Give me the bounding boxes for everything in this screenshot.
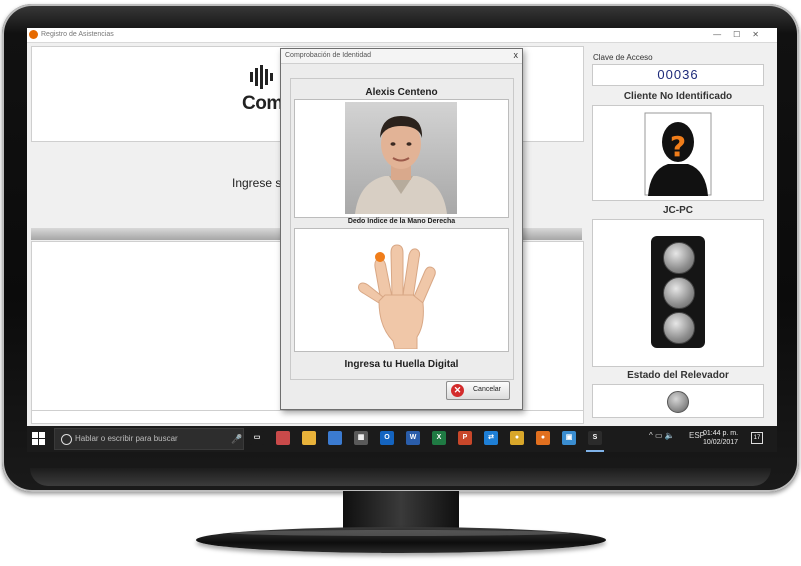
cortana-icon xyxy=(61,434,72,445)
logo-waveform-icon xyxy=(250,65,275,89)
taskbar-search[interactable]: Hablar o escribir para buscar 🎤 xyxy=(54,428,244,450)
main-prompt: Ingrese s xyxy=(232,176,282,190)
hand-icon xyxy=(358,244,436,349)
file-explorer-icon[interactable] xyxy=(302,431,316,445)
cancel-icon: ✕ xyxy=(451,384,464,397)
cliente-status-label: Cliente No Identificado xyxy=(623,91,733,102)
registro-app-icon[interactable]: S xyxy=(588,431,602,445)
monitor-chin xyxy=(30,468,771,486)
fingerprint-hand-box[interactable] xyxy=(294,228,509,352)
cancel-label: Cancelar xyxy=(473,386,502,393)
traffic-light-icon xyxy=(651,236,705,348)
close-button[interactable]: ✕ xyxy=(752,30,771,39)
powerpoint-icon[interactable]: P xyxy=(458,431,472,445)
windows-start-icon[interactable] xyxy=(32,432,46,446)
notifications-icon[interactable]: 17 xyxy=(751,432,763,444)
chrome-icon[interactable]: ● xyxy=(510,431,524,445)
relay-status-box xyxy=(592,384,764,418)
app-titlebar: Registro de Asistencias —☐✕ xyxy=(27,28,777,43)
app-icon[interactable] xyxy=(276,431,290,445)
lamp-middle xyxy=(663,277,695,309)
clock-time: 01:44 p. m. xyxy=(703,430,739,437)
minimize-button[interactable]: — xyxy=(713,30,733,39)
word-icon[interactable]: W xyxy=(406,431,420,445)
app-window-icon xyxy=(29,30,38,39)
maximize-button[interactable]: ☐ xyxy=(733,30,752,39)
clock-date: 10/02/2017 xyxy=(703,439,739,446)
active-app-indicator xyxy=(586,450,604,452)
status-strip xyxy=(31,410,584,424)
relay-status-label: Estado del Relevador xyxy=(627,370,729,381)
cancel-button[interactable]: ✕ Cancelar xyxy=(446,381,510,400)
person-photo xyxy=(345,102,457,214)
teamviewer-icon[interactable]: ⇄ xyxy=(484,431,498,445)
lamp-bottom xyxy=(663,312,695,344)
microphone-icon[interactable]: 🎤 xyxy=(231,434,242,445)
finger-highlight-dot xyxy=(375,252,385,262)
unknown-person-icon: ? xyxy=(644,112,712,196)
screen: Registro de Asistencias —☐✕ Comp Ingrese… xyxy=(27,28,777,452)
fingerprint-instruction: Ingresa tu Huella Digital xyxy=(344,359,459,370)
clave-label: Clave de Acceso xyxy=(593,53,653,62)
dialog-close-icon[interactable]: x xyxy=(514,49,519,62)
taskbar: Hablar o escribir para buscar 🎤 ▭ ▦ O W X P ⇄ ●… xyxy=(27,426,777,452)
identity-dialog: Comprobación de Identidad x Alexis Cente… xyxy=(280,48,523,410)
excel-icon[interactable]: X xyxy=(432,431,446,445)
dialog-title: Comprobación de Identidad xyxy=(285,52,372,59)
person-name: Alexis Centeno xyxy=(365,87,438,98)
outlook-icon[interactable]: O xyxy=(380,431,394,445)
lamp-top xyxy=(663,242,695,274)
window-controls[interactable]: —☐✕ xyxy=(713,28,771,41)
monitor-stand-neck xyxy=(343,491,459,529)
search-placeholder: Hablar o escribir para buscar xyxy=(75,434,178,443)
store-icon[interactable]: ▣ xyxy=(562,431,576,445)
person-portrait-icon xyxy=(345,102,457,214)
pc-name-label: JC-PC xyxy=(662,205,693,216)
clave-input[interactable]: 00036 xyxy=(592,64,764,86)
cliente-photo-box: ? xyxy=(592,105,764,201)
firefox-icon[interactable]: ● xyxy=(536,431,550,445)
task-view-icon[interactable]: ▭ xyxy=(250,431,264,445)
traffic-light-box xyxy=(592,219,764,367)
taskbar-clock[interactable]: 01:44 p. m. 10/02/2017 xyxy=(703,429,738,447)
monitor-base-highlight xyxy=(230,530,570,536)
calculator-icon[interactable]: ▦ xyxy=(354,431,368,445)
tray-icons[interactable]: ^ ▭ 🔈 xyxy=(649,431,675,440)
finger-label: Dedo Indice de la Mano Derecha xyxy=(347,218,456,225)
person-photo-box xyxy=(294,99,509,218)
relay-indicator-icon xyxy=(667,391,689,413)
network-icon[interactable] xyxy=(328,431,342,445)
dialog-titlebar: Comprobación de Identidad x xyxy=(281,49,522,64)
question-mark: ? xyxy=(670,130,686,163)
window-title: Registro de Asistencias xyxy=(41,31,114,38)
